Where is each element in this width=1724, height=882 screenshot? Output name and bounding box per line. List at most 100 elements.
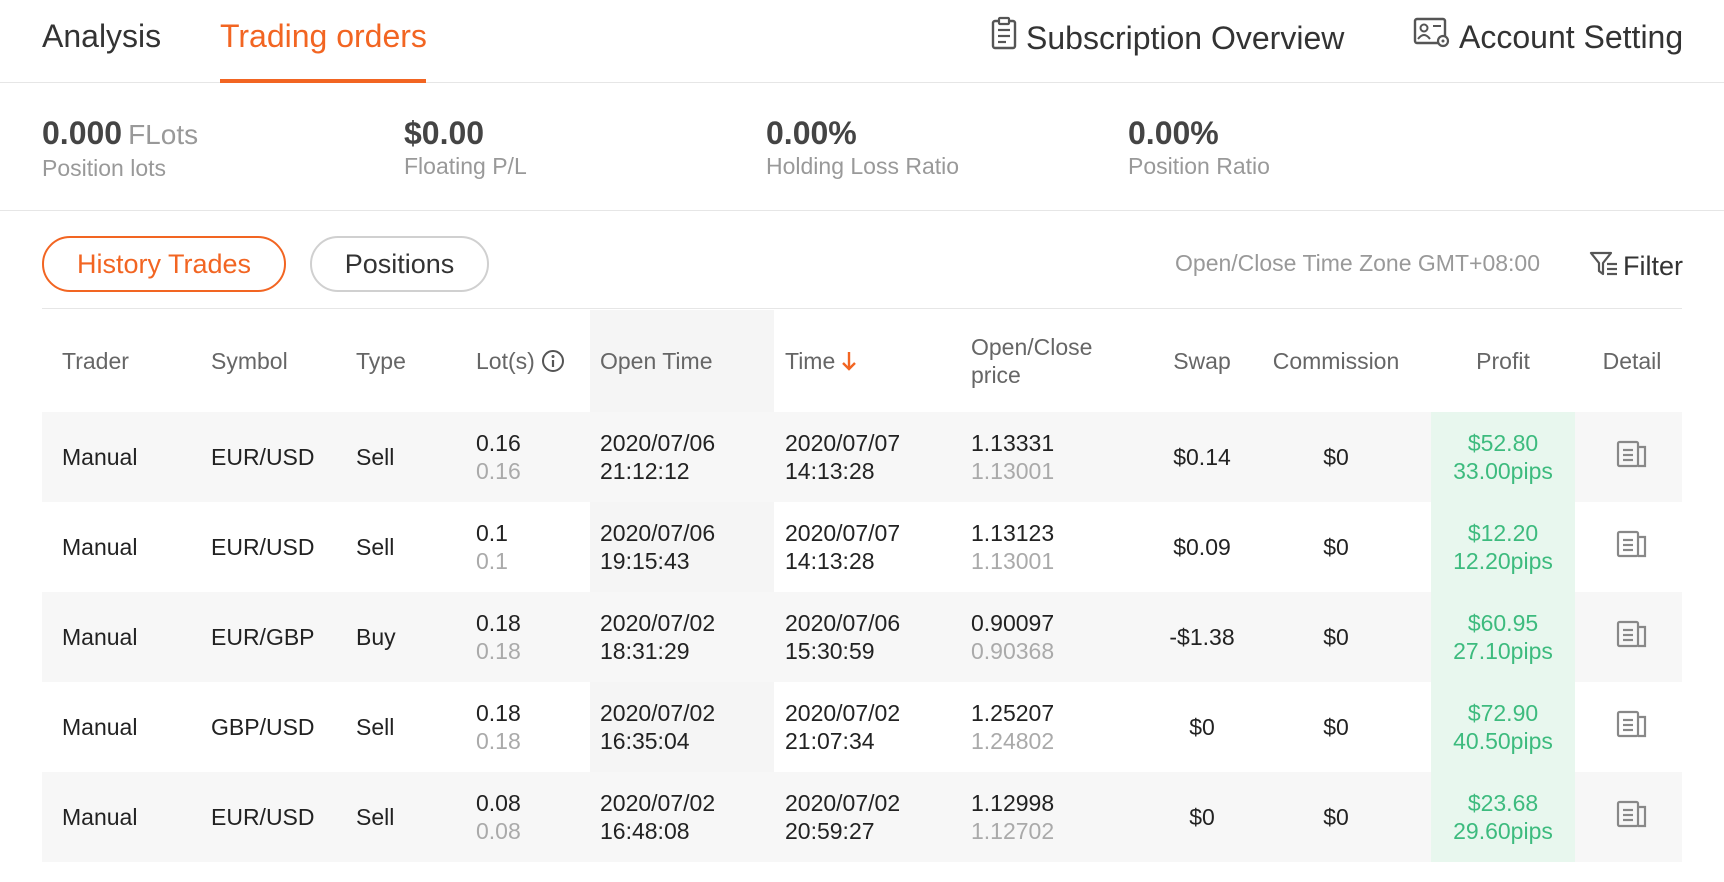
table-row: Manual EUR/GBP Buy 0.18 0.18 2020/07/02 18:31:… bbox=[42, 592, 1682, 682]
header-swap: Swap bbox=[1173, 348, 1231, 374]
cell-profit: $23.68 29.60pips bbox=[1431, 772, 1575, 862]
cell-swap: $0 bbox=[1189, 714, 1215, 740]
table-body: Manual EUR/USD Sell 0.16 0.16 2020/07/06 21:12… bbox=[42, 412, 1682, 862]
lots-value: 0.16 bbox=[476, 430, 521, 456]
cell-detail bbox=[1582, 592, 1682, 682]
open-clock: 18:31:29 bbox=[600, 638, 690, 664]
stat-floating-pl: $0.00 Floating P/L bbox=[404, 114, 527, 180]
detail-document-icon[interactable] bbox=[1616, 709, 1648, 745]
history-trades-button[interactable]: History Trades bbox=[42, 236, 286, 292]
time-date: 2020/07/02 bbox=[785, 700, 901, 726]
profit-amount: $60.95 bbox=[1467, 610, 1539, 636]
account-settings-icon bbox=[1413, 16, 1459, 57]
profit-pips: 12.20pips bbox=[1453, 548, 1553, 574]
cell-symbol: EUR/GBP bbox=[211, 624, 315, 650]
time-clock: 15:30:59 bbox=[785, 638, 875, 664]
cell-lots: 0.18 0.18 bbox=[476, 682, 521, 772]
header-open-time[interactable]: Open Time bbox=[600, 310, 713, 412]
detail-document-icon[interactable] bbox=[1616, 799, 1648, 835]
profit-pips: 27.10pips bbox=[1453, 638, 1553, 664]
header-open-close-line1: Open/Close bbox=[971, 334, 1093, 360]
cell-time: 2020/07/06 15:30:59 bbox=[785, 592, 900, 682]
cell-open-time: 2020/07/02 16:35:04 bbox=[600, 682, 715, 772]
profit-pips: 29.60pips bbox=[1453, 818, 1553, 844]
close-price: 1.13001 bbox=[971, 458, 1055, 484]
cell-open-time: 2020/07/06 21:12:12 bbox=[600, 412, 715, 502]
lots-value: 0.18 bbox=[476, 610, 521, 636]
close-price: 1.24802 bbox=[971, 728, 1055, 754]
cell-profit: $60.95 27.10pips bbox=[1431, 592, 1575, 682]
open-clock: 16:48:08 bbox=[600, 818, 690, 844]
profit-amount: $23.68 bbox=[1467, 790, 1539, 816]
cell-commission: $0 bbox=[1323, 624, 1349, 650]
position-ratio-label: Position Ratio bbox=[1128, 153, 1270, 179]
header-type: Type bbox=[356, 348, 406, 374]
account-setting-link[interactable]: Account Setting bbox=[1413, 16, 1683, 57]
cell-swap: -$1.38 bbox=[1169, 624, 1235, 650]
cell-open-close-price: 1.13123 1.13001 bbox=[971, 502, 1054, 592]
history-trades-table: Trader Symbol Type Lot(s) Open Time Time… bbox=[42, 310, 1682, 862]
cell-type: Sell bbox=[356, 444, 395, 470]
open-date: 2020/07/02 bbox=[600, 700, 716, 726]
header-open-close-line2: price bbox=[971, 362, 1021, 388]
subscription-overview-link[interactable]: Subscription Overview bbox=[990, 16, 1344, 59]
time-clock: 20:59:27 bbox=[785, 818, 875, 844]
lots-closed-value: 0.18 bbox=[476, 728, 521, 754]
open-price: 1.12998 bbox=[971, 790, 1055, 816]
tab-analysis[interactable]: Analysis bbox=[42, 16, 161, 56]
cell-trader: Manual bbox=[62, 804, 138, 830]
filter-button[interactable]: Filter bbox=[1589, 248, 1683, 285]
cell-time: 2020/07/07 14:13:28 bbox=[785, 502, 900, 592]
close-price: 1.13001 bbox=[971, 548, 1055, 574]
cell-open-close-price: 1.13331 1.13001 bbox=[971, 412, 1054, 502]
open-clock: 21:12:12 bbox=[600, 458, 690, 484]
cell-symbol: GBP/USD bbox=[211, 714, 315, 740]
positions-button[interactable]: Positions bbox=[310, 236, 489, 292]
cell-profit: $52.80 33.00pips bbox=[1431, 412, 1575, 502]
position-lots-value: 0.000 bbox=[42, 115, 123, 151]
cell-swap: $0 bbox=[1189, 804, 1215, 830]
cell-open-close-price: 1.12998 1.12702 bbox=[971, 772, 1054, 862]
cell-commission: $0 bbox=[1323, 804, 1349, 830]
lots-closed-value: 0.18 bbox=[476, 638, 521, 664]
cell-detail bbox=[1582, 502, 1682, 592]
lots-value: 0.08 bbox=[476, 790, 521, 816]
cell-type: Sell bbox=[356, 804, 395, 830]
cell-open-time: 2020/07/06 19:15:43 bbox=[600, 502, 715, 592]
time-date: 2020/07/07 bbox=[785, 520, 901, 546]
cell-trader: Manual bbox=[62, 534, 138, 560]
tab-trading-orders[interactable]: Trading orders bbox=[220, 16, 427, 56]
detail-document-icon[interactable] bbox=[1616, 529, 1648, 565]
cell-lots: 0.18 0.18 bbox=[476, 592, 521, 682]
profit-amount: $72.90 bbox=[1467, 700, 1539, 726]
cell-time: 2020/07/02 20:59:27 bbox=[785, 772, 900, 862]
open-date: 2020/07/06 bbox=[600, 430, 716, 456]
filter-label: Filter bbox=[1623, 251, 1683, 281]
clipboard-icon bbox=[990, 16, 1026, 59]
filter-icon bbox=[1589, 248, 1623, 285]
detail-document-icon[interactable] bbox=[1616, 439, 1648, 475]
cell-symbol: EUR/USD bbox=[211, 804, 315, 830]
stat-position-lots: 0.000 FLots Position lots bbox=[42, 114, 198, 182]
time-clock: 14:13:28 bbox=[785, 458, 875, 484]
cell-type: Sell bbox=[356, 714, 395, 740]
stat-position-ratio: 0.00% Position Ratio bbox=[1128, 114, 1270, 180]
cell-lots: 0.16 0.16 bbox=[476, 412, 521, 502]
cell-detail bbox=[1582, 772, 1682, 862]
header-time-label: Time bbox=[785, 348, 836, 374]
cell-time: 2020/07/07 14:13:28 bbox=[785, 412, 900, 502]
cell-time: 2020/07/02 21:07:34 bbox=[785, 682, 900, 772]
holding-loss-ratio-label: Holding Loss Ratio bbox=[766, 153, 960, 179]
detail-document-icon[interactable] bbox=[1616, 619, 1648, 655]
info-icon[interactable] bbox=[541, 349, 565, 373]
floating-pl-label: Floating P/L bbox=[404, 153, 527, 179]
cell-open-time: 2020/07/02 16:48:08 bbox=[600, 772, 715, 862]
profit-amount: $52.80 bbox=[1467, 430, 1539, 456]
close-price: 0.90368 bbox=[971, 638, 1055, 664]
header-time[interactable]: Time bbox=[785, 310, 857, 412]
lots-closed-value: 0.1 bbox=[476, 548, 508, 574]
header-trader: Trader bbox=[62, 348, 129, 374]
position-lots-label: Position lots bbox=[42, 155, 167, 181]
cell-type: Buy bbox=[356, 624, 396, 650]
profit-amount: $12.20 bbox=[1467, 520, 1539, 546]
